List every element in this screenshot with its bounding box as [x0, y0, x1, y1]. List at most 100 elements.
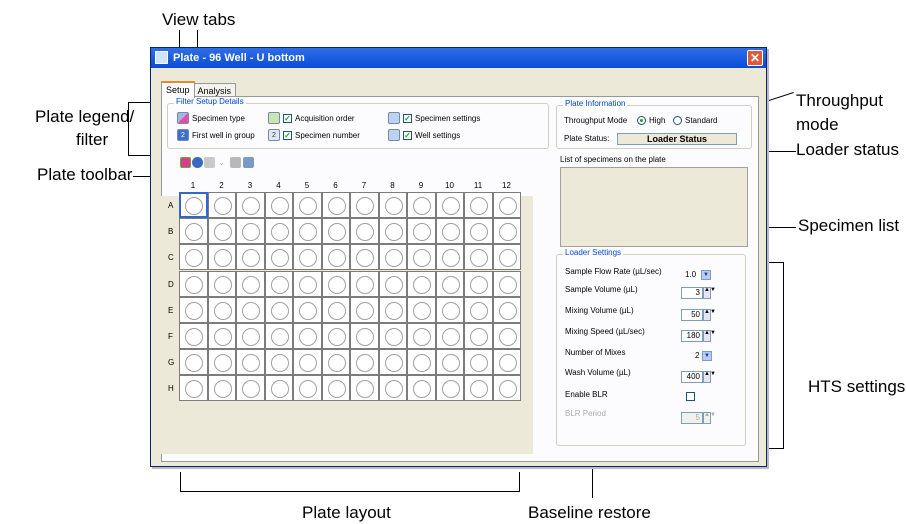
- plate-well[interactable]: [407, 218, 436, 245]
- plate-well[interactable]: [321, 218, 350, 245]
- plate-well[interactable]: [464, 296, 493, 323]
- plate-well[interactable]: [264, 349, 293, 376]
- plate-well[interactable]: [179, 218, 208, 245]
- plate-well[interactable]: [492, 323, 521, 349]
- plate-well[interactable]: [464, 375, 493, 402]
- plate-well[interactable]: [293, 244, 322, 271]
- plate-well[interactable]: [407, 192, 436, 218]
- mixing-volume-spinner[interactable]: ▲▼: [703, 309, 716, 321]
- plate-well[interactable]: [293, 270, 322, 297]
- specimen-number-checkbox[interactable]: ✓: [283, 131, 292, 140]
- dropdown-icon[interactable]: ⌄: [218, 157, 229, 168]
- plate-well[interactable]: [350, 375, 379, 402]
- plate-well[interactable]: [378, 323, 407, 349]
- specimen-settings-checkbox[interactable]: ✓: [403, 114, 412, 123]
- plate-well[interactable]: [179, 375, 208, 402]
- plate-well[interactable]: [350, 349, 379, 376]
- plate-well[interactable]: [179, 323, 208, 349]
- plate-well[interactable]: [236, 218, 265, 245]
- plate-well[interactable]: [407, 375, 436, 402]
- plate-well[interactable]: [207, 375, 236, 402]
- blr-period-input[interactable]: 5: [681, 412, 703, 424]
- plate-well[interactable]: [207, 192, 236, 218]
- plate-well[interactable]: [435, 192, 464, 218]
- plate-well[interactable]: [378, 192, 407, 218]
- plate-well[interactable]: [435, 296, 464, 323]
- plate-well[interactable]: [293, 296, 322, 323]
- plate-well[interactable]: [407, 244, 436, 271]
- flow-rate-dropdown[interactable]: ▼: [701, 270, 711, 280]
- print-icon[interactable]: [243, 157, 254, 168]
- plate-well[interactable]: [264, 218, 293, 245]
- plate-well[interactable]: [378, 218, 407, 245]
- plate-well[interactable]: [464, 270, 493, 297]
- plate-well[interactable]: [293, 192, 322, 218]
- plate-well[interactable]: [293, 218, 322, 245]
- plate-well[interactable]: [207, 296, 236, 323]
- plate-well[interactable]: [464, 218, 493, 245]
- specimen-list[interactable]: [560, 167, 748, 247]
- plate-well[interactable]: [321, 323, 350, 349]
- plate-well[interactable]: [350, 323, 379, 349]
- color-well-icon[interactable]: [180, 157, 191, 168]
- plate-well[interactable]: [236, 375, 265, 402]
- well-settings-checkbox[interactable]: ✓: [403, 131, 412, 140]
- plate-well[interactable]: [207, 218, 236, 245]
- plate-well[interactable]: [350, 296, 379, 323]
- plate-well[interactable]: [179, 349, 208, 376]
- plate-well[interactable]: [492, 192, 521, 218]
- plate-well[interactable]: [179, 244, 208, 271]
- plate-well[interactable]: [464, 244, 493, 271]
- plate-well[interactable]: [321, 375, 350, 402]
- plate-well[interactable]: [207, 349, 236, 376]
- sample-volume-spinner[interactable]: ▲▼: [703, 287, 716, 299]
- plate-well[interactable]: [236, 296, 265, 323]
- plate-well[interactable]: [264, 244, 293, 271]
- plate-well[interactable]: [179, 270, 208, 297]
- plate-well[interactable]: [407, 296, 436, 323]
- plate-well[interactable]: [378, 244, 407, 271]
- plate-well[interactable]: [321, 296, 350, 323]
- clear-icon[interactable]: [192, 157, 203, 168]
- title-bar[interactable]: Plate - 96 Well - U bottom ✕: [151, 48, 766, 68]
- plate-well[interactable]: [179, 296, 208, 323]
- plate-well[interactable]: [264, 192, 293, 218]
- plate-well[interactable]: [378, 296, 407, 323]
- plate-well[interactable]: [236, 323, 265, 349]
- wash-volume-spinner[interactable]: ▲▼: [703, 371, 716, 383]
- throughput-standard-radio[interactable]: [673, 116, 682, 125]
- blr-period-spinner[interactable]: ▲▼: [703, 412, 716, 424]
- move-icon[interactable]: [230, 157, 241, 168]
- enable-blr-checkbox[interactable]: [686, 392, 695, 401]
- acquisition-order-checkbox[interactable]: ✓: [283, 114, 292, 123]
- plate-well[interactable]: [350, 270, 379, 297]
- plate-well[interactable]: [378, 375, 407, 402]
- plate-well[interactable]: [378, 349, 407, 376]
- plate-well[interactable]: [492, 375, 521, 402]
- tab-setup[interactable]: Setup: [161, 81, 195, 98]
- plate-well[interactable]: [350, 192, 379, 218]
- plate-well[interactable]: [464, 323, 493, 349]
- plate-well[interactable]: [321, 192, 350, 218]
- plate-well[interactable]: [236, 244, 265, 271]
- plate-well[interactable]: [236, 349, 265, 376]
- plate-well[interactable]: [321, 349, 350, 376]
- grid-icon[interactable]: [204, 157, 215, 168]
- plate-well[interactable]: [264, 375, 293, 402]
- plate-well[interactable]: [264, 323, 293, 349]
- plate-well[interactable]: [492, 270, 521, 297]
- close-button[interactable]: ✕: [747, 50, 763, 66]
- plate-well[interactable]: [207, 244, 236, 271]
- plate-well[interactable]: [207, 270, 236, 297]
- mixing-speed-spinner[interactable]: ▲▼: [703, 330, 716, 342]
- plate-well[interactable]: [264, 270, 293, 297]
- throughput-high-radio[interactable]: [637, 116, 646, 125]
- plate-well[interactable]: [350, 244, 379, 271]
- plate-well[interactable]: [321, 244, 350, 271]
- plate-well[interactable]: [435, 375, 464, 402]
- plate-well[interactable]: [492, 349, 521, 376]
- plate-well[interactable]: [492, 244, 521, 271]
- plate-well[interactable]: [407, 323, 436, 349]
- mixing-volume-input[interactable]: 50: [681, 309, 703, 321]
- plate-well[interactable]: [321, 270, 350, 297]
